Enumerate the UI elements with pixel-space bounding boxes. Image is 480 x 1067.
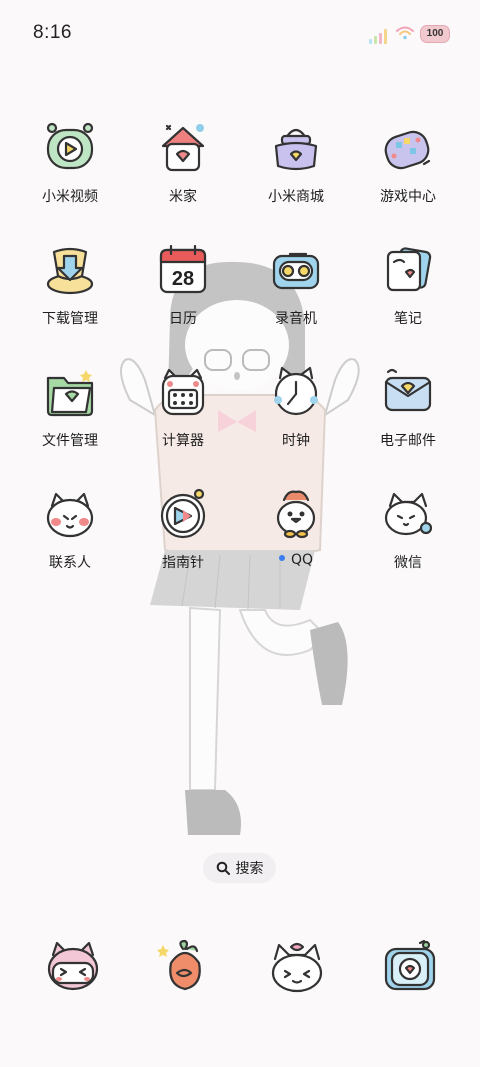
app-label-text: 小米视频 bbox=[42, 189, 98, 205]
dock-messages-cat[interactable] bbox=[267, 937, 327, 997]
app-label-text: 录音机 bbox=[275, 311, 317, 327]
app-label-text: 联系人 bbox=[49, 555, 91, 571]
app-label-text: 计算器 bbox=[162, 433, 204, 449]
app-label: 计算器 bbox=[128, 430, 238, 450]
app-smart-home[interactable]: 米家 bbox=[128, 120, 238, 206]
dock-camera[interactable] bbox=[380, 937, 440, 997]
download-icon bbox=[42, 242, 98, 298]
app-label: 指南针 bbox=[128, 552, 238, 572]
search-label: 搜索 bbox=[235, 861, 264, 877]
app-label-text: QQ bbox=[290, 552, 314, 568]
app-contacts-cat[interactable]: 联系人 bbox=[15, 486, 125, 572]
app-label: 文件管理 bbox=[15, 430, 125, 450]
app-label: 游戏中心 bbox=[353, 186, 463, 206]
video-player-icon bbox=[42, 120, 98, 176]
camera-icon bbox=[380, 937, 440, 1001]
app-recorder[interactable]: 录音机 bbox=[241, 242, 351, 328]
browser-fruit-icon bbox=[155, 937, 215, 1001]
smart-home-icon bbox=[155, 120, 211, 176]
mail-icon bbox=[380, 364, 436, 420]
compass-icon bbox=[155, 486, 211, 542]
app-folder[interactable]: 文件管理 bbox=[15, 364, 125, 450]
app-video-player[interactable]: 小米视频 bbox=[15, 120, 125, 206]
search-button[interactable]: 搜索 bbox=[203, 853, 276, 883]
app-mail[interactable]: 电子邮件 bbox=[353, 364, 463, 450]
app-label: 录音机 bbox=[241, 308, 351, 328]
recorder-icon bbox=[268, 242, 324, 298]
battery-level: 100 bbox=[426, 28, 444, 39]
app-label: 日历 bbox=[128, 308, 238, 328]
shopping-bag-icon bbox=[268, 120, 324, 176]
app-label-text: 日历 bbox=[169, 311, 197, 327]
notification-dot bbox=[278, 555, 285, 561]
app-label: 笔记 bbox=[353, 308, 463, 328]
battery-indicator: 100 bbox=[420, 25, 450, 43]
app-label-text: 米家 bbox=[169, 189, 197, 205]
app-label-text: 文件管理 bbox=[42, 433, 98, 449]
status-time: 8:16 bbox=[33, 22, 72, 43]
app-clock[interactable]: 时钟 bbox=[241, 364, 351, 450]
app-shopping-bag[interactable]: 小米商城 bbox=[241, 120, 351, 206]
signal-icon bbox=[369, 28, 391, 44]
calendar-icon: 28 bbox=[155, 242, 211, 298]
calculator-icon bbox=[155, 364, 211, 420]
phone-cat-icon bbox=[43, 937, 103, 1001]
app-label: 下载管理 bbox=[15, 308, 125, 328]
search-icon bbox=[216, 861, 230, 875]
app-label: 时钟 bbox=[241, 430, 351, 450]
folder-icon bbox=[42, 364, 98, 420]
app-calendar[interactable]: 28 日历 bbox=[128, 242, 238, 328]
app-label: 小米视频 bbox=[15, 186, 125, 206]
app-compass[interactable]: 指南针 bbox=[128, 486, 238, 572]
app-calculator[interactable]: 计算器 bbox=[128, 364, 238, 450]
clock-icon bbox=[268, 364, 324, 420]
app-label: 小米商城 bbox=[241, 186, 351, 206]
app-label: QQ bbox=[241, 552, 351, 568]
notes-icon bbox=[380, 242, 436, 298]
app-download[interactable]: 下载管理 bbox=[15, 242, 125, 328]
app-label-text: 微信 bbox=[394, 555, 422, 571]
app-label-text: 小米商城 bbox=[268, 189, 324, 205]
app-label: 电子邮件 bbox=[353, 430, 463, 450]
calendar-date: 28 bbox=[172, 268, 194, 290]
wifi-icon bbox=[396, 26, 414, 40]
app-notes[interactable]: 笔记 bbox=[353, 242, 463, 328]
app-label: 微信 bbox=[353, 552, 463, 572]
dock-browser-fruit[interactable] bbox=[155, 937, 215, 997]
qq-penguin-icon bbox=[268, 486, 324, 542]
status-bar: 8:16 100 bbox=[0, 0, 480, 70]
app-qq-penguin[interactable]: QQ bbox=[241, 486, 351, 568]
app-label: 联系人 bbox=[15, 552, 125, 572]
app-wechat-cat[interactable]: 微信 bbox=[353, 486, 463, 572]
app-game-controller[interactable]: 游戏中心 bbox=[353, 120, 463, 206]
app-label-text: 电子邮件 bbox=[380, 433, 436, 449]
app-label-text: 时钟 bbox=[282, 433, 310, 449]
app-label: 米家 bbox=[128, 186, 238, 206]
app-label-text: 游戏中心 bbox=[380, 189, 436, 205]
messages-cat-icon bbox=[267, 937, 327, 1001]
dock-phone-cat[interactable] bbox=[43, 937, 103, 997]
wechat-cat-icon bbox=[380, 486, 436, 542]
game-controller-icon bbox=[380, 120, 436, 176]
contacts-cat-icon bbox=[42, 486, 98, 542]
app-label-text: 下载管理 bbox=[42, 311, 98, 327]
app-label-text: 指南针 bbox=[162, 555, 204, 571]
app-label-text: 笔记 bbox=[394, 311, 422, 327]
